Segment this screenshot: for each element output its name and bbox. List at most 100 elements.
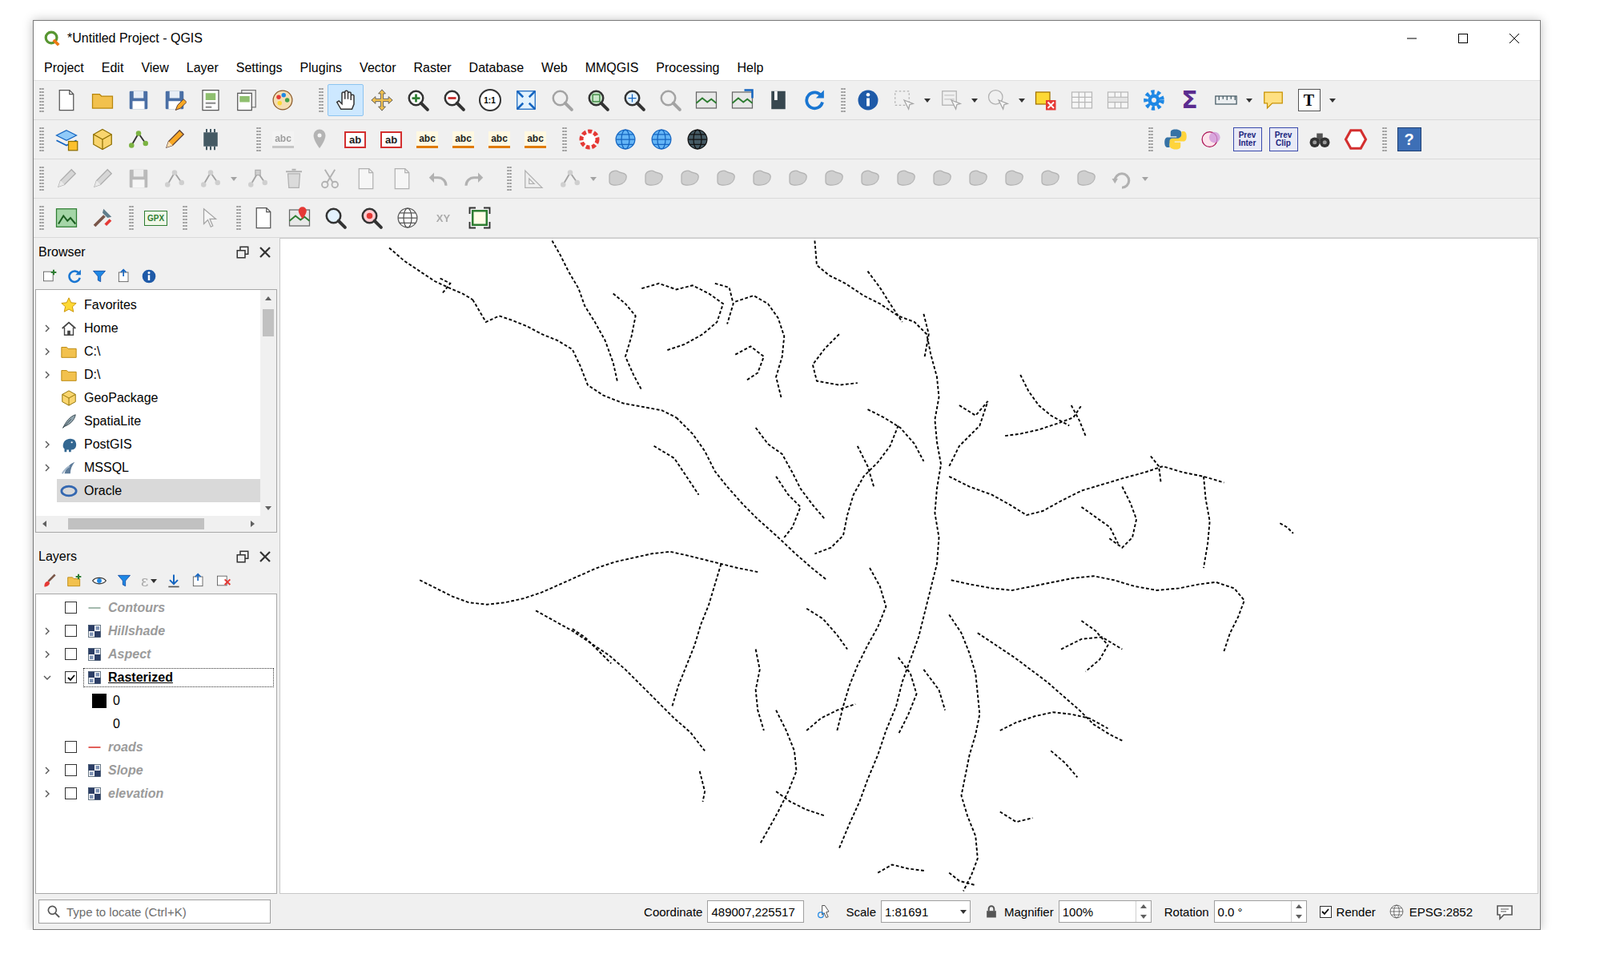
expand-arrow-icon[interactable] [43,324,52,333]
vertical-scrollbar[interactable] [260,289,277,516]
blob-button[interactable] [1067,162,1104,195]
blob-button[interactable] [1031,162,1068,195]
blob-button[interactable] [923,162,960,195]
zoomnative-button[interactable] [615,84,652,117]
gl-label-button[interactable]: abc [445,123,482,156]
wire-button[interactable] [389,201,426,234]
doc-button[interactable] [383,162,420,195]
gl-label-button[interactable]: abc [409,123,446,156]
binoculars-button[interactable] [1301,123,1338,156]
toolbar-grip[interactable] [39,205,45,231]
table-button[interactable] [1063,84,1100,117]
layer-visibility-checkbox[interactable] [64,624,77,637]
browser-item[interactable]: Home [36,316,261,340]
selectloc-button[interactable] [980,84,1017,117]
map3d-button[interactable] [723,84,760,117]
toolbar-grip[interactable] [1382,126,1387,153]
toolbar-grip[interactable] [39,126,45,153]
legend-item[interactable]: 0 [36,688,277,712]
close-button[interactable] [1488,20,1540,57]
undo-button[interactable] [419,162,456,195]
expand-arrow-icon[interactable] [43,370,52,379]
mouse-coordinate-icon[interactable] [816,903,833,920]
toolbar-grip[interactable] [128,205,134,231]
layer-item[interactable]: roads [36,735,277,759]
ring-button[interactable] [570,123,608,156]
palette-button[interactable] [264,84,301,117]
menu-item[interactable]: Raster [404,58,460,78]
book-button[interactable] [759,84,796,117]
pin-button[interactable] [301,123,338,156]
node-button[interactable] [239,162,276,195]
toolbar-grip[interactable] [840,87,846,113]
menu-item[interactable]: Database [460,58,534,78]
filter-button[interactable] [116,572,133,589]
legend-item[interactable]: 0 [36,711,277,736]
refresh-icon[interactable] [66,268,83,285]
gl-t-button[interactable]: T [1290,84,1327,117]
blob-button[interactable] [887,162,924,195]
expand-arrow-icon[interactable] [43,766,52,775]
map-button[interactable] [687,84,724,117]
info-icon[interactable] [140,268,157,285]
select-button[interactable] [885,84,922,117]
messages-icon[interactable] [1495,901,1515,921]
combo-arrow-icon[interactable] [960,909,967,914]
browser-item[interactable]: SpatiaLite [36,409,261,433]
blob-button[interactable] [995,162,1032,195]
python-button[interactable] [1157,123,1194,156]
chip-button[interactable] [192,123,229,156]
brush-button[interactable] [41,572,58,589]
horizontal-scrollbar[interactable] [36,515,261,532]
blob-button[interactable] [707,162,744,195]
collapse-icon[interactable] [116,268,133,285]
vector-button[interactable] [551,162,588,195]
browser-item[interactable]: Favorites [36,293,261,317]
cube-button[interactable] [84,123,121,156]
globe-button[interactable] [643,123,680,156]
locator-search-field[interactable]: Type to locate (Ctrl+K) [38,899,271,924]
extent-button[interactable] [507,84,544,117]
close-panel-icon[interactable] [257,245,273,260]
ruler-button[interactable] [1207,84,1244,117]
menu-item[interactable]: Processing [647,58,728,78]
layer-visibility-checkbox[interactable] [64,647,77,660]
layer-item[interactable]: Hillshade [36,619,277,643]
dropdown-arrow-button[interactable] [228,162,240,195]
pencil-button[interactable] [48,162,85,195]
menu-item[interactable]: Project [35,58,93,78]
floppy-button[interactable] [120,84,157,117]
toolbar-grip[interactable] [1148,126,1154,153]
zoomin-button[interactable] [399,84,436,117]
gl-help-button[interactable]: ? [1390,123,1428,156]
expand-arrow-icon[interactable] [43,650,52,659]
doc-button[interactable] [347,162,384,195]
browser-item[interactable]: GeoPackage [36,385,261,410]
layer-item[interactable]: Slope [36,758,277,782]
menu-item[interactable]: Settings [227,58,292,78]
menu-item[interactable]: Plugins [291,58,351,78]
vector-button[interactable] [120,123,157,156]
browser-item[interactable]: D:\ [36,362,261,386]
dropdown-arrow-button[interactable] [150,578,157,583]
grass-button[interactable] [48,201,85,234]
pinmap-button[interactable] [281,201,318,234]
toolbar-grip[interactable] [182,205,188,231]
gl-xy-button[interactable]: XY [425,201,462,234]
hand-button[interactable] [327,84,364,117]
browser-item[interactable]: PostGIS [36,432,261,456]
expand-arrow-icon[interactable] [43,347,52,356]
dropdown-arrow-button[interactable] [1243,84,1255,117]
gl-ab-button[interactable]: ab [373,123,410,156]
gl-zoom-button[interactable]: 1:1 [471,84,508,117]
layer-item[interactable]: Aspect [36,642,277,666]
toolbar-grip[interactable] [256,126,262,153]
browser-item[interactable]: MSSQL [36,455,261,479]
dropdown-arrow-button[interactable] [968,84,981,117]
coordinate-field[interactable]: 489007,225517 [707,900,805,923]
layer-item[interactable]: Contours [36,595,277,620]
layout-button[interactable] [192,84,229,117]
gl-label-button[interactable]: abc [265,123,302,156]
layers-button[interactable] [48,123,85,156]
lock-icon[interactable] [983,903,1000,920]
